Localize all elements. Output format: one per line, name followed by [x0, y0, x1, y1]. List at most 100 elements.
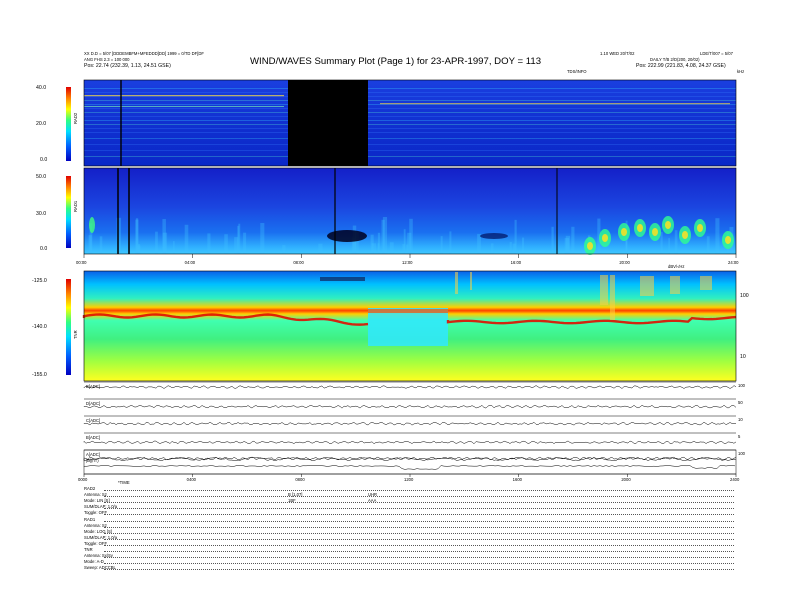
tnr-bright-region: [368, 308, 448, 346]
rad1-burst: [234, 237, 239, 254]
rad1-burst: [173, 241, 175, 254]
rad1-bright-core: [602, 234, 608, 242]
line-right-tick: 50: [738, 400, 743, 405]
rad1-burst: [155, 231, 158, 254]
rad1-bright-core: [682, 231, 688, 239]
rad2-streak: [84, 88, 736, 89]
tnr-edge-band: [368, 309, 448, 313]
rad1-bright-core: [637, 224, 643, 232]
footer-dotted-rule: [104, 533, 734, 534]
rad2-spectrogram: [84, 80, 736, 166]
mid-axis-label: 24:00: [728, 260, 739, 265]
rad1-bright-core: [665, 221, 671, 229]
rad1-burst: [260, 223, 265, 254]
footer-mid-a: B [1.07]: [288, 492, 303, 497]
footer-dotted-rule: [104, 508, 734, 509]
line-series-label: B[ADC]: [86, 384, 100, 389]
line-series-label: A[ADC]: [86, 452, 100, 457]
rad1-dark-patch: [327, 230, 367, 242]
mid-axis-label: 20:00: [619, 260, 630, 265]
footer-tnr-line: Mode: A-D: [84, 559, 104, 564]
footer-dotted-rule: [104, 502, 734, 503]
rad1-burst: [514, 219, 517, 254]
b-panel-frame: [83, 449, 737, 475]
footer-dotted-rule: [104, 545, 734, 546]
bottom-axis-label: 0800: [295, 477, 305, 482]
rad2-streak-yellow: [380, 103, 730, 105]
footer-rad1-line: RAD1: [84, 517, 96, 522]
line-right-tick: 100: [738, 451, 746, 456]
rad1-burst: [522, 237, 525, 254]
rad2-streak: [84, 138, 736, 139]
line-series-label: D[ADC]: [86, 401, 100, 406]
rad1-burst: [715, 218, 720, 254]
b-series-label: |B|(nT): [86, 458, 99, 463]
rad1-burst: [660, 231, 663, 254]
footer-mid-b: 1BF: [288, 498, 296, 503]
rad2-tick-top: 40.0: [36, 85, 46, 91]
line-right-tick: 5: [738, 434, 741, 439]
rad1-burst: [440, 236, 443, 254]
b-magnitude-trace: [83, 465, 736, 470]
rad1-burst: [138, 243, 141, 254]
rad1-burst: [571, 226, 575, 254]
rad1-burst: [565, 235, 571, 254]
rad2-streak: [84, 112, 736, 113]
time-axis-bottom: 0000 0400 0800 1200 1600 2000 2400: [78, 473, 740, 482]
rad1-burst: [377, 232, 381, 254]
rad1-burst: [318, 243, 323, 254]
rad1-burst: [162, 219, 166, 254]
rad2-streak: [84, 120, 736, 121]
rad1-burst: [389, 242, 394, 254]
line-series-label: C[ADC]: [86, 418, 100, 423]
tnr-dark-band: [320, 277, 365, 281]
rad2-streak: [84, 150, 736, 151]
rad2-streak-green: [84, 106, 284, 107]
rad1-bright-blob: [89, 217, 95, 233]
rad2-tick-bottom: 0.0: [40, 157, 47, 163]
line-right-tick: 10: [738, 417, 743, 422]
footer-dotted-rule: [104, 539, 734, 540]
rad2-streak: [84, 128, 736, 129]
tnr-ylabel: TNR: [73, 330, 78, 339]
rad2-ylabel: RAD2: [73, 112, 78, 124]
rad2-streak: [84, 116, 736, 117]
line-right-tick: 100: [738, 383, 746, 388]
rad2-tick-mid: 20.0: [36, 121, 46, 127]
rad1-tick-mid: 30.0: [36, 211, 46, 217]
tnr-tick-top: -125.0: [32, 278, 47, 284]
tnr-burst: [670, 276, 680, 294]
mid-axis-label: 16:00: [511, 260, 522, 265]
rad1-burst: [668, 238, 670, 254]
rad1-burst: [184, 224, 189, 254]
tnr-right-tick-100: 100: [740, 293, 749, 299]
rad1-bright-core: [621, 228, 627, 236]
tnr-burst: [640, 276, 654, 296]
rad2-streak: [84, 108, 736, 109]
rad1-dark-streak: [480, 233, 508, 239]
line-series: [83, 456, 737, 461]
rad1-burst: [449, 231, 452, 254]
tnr-right-tick-10: 10: [740, 354, 746, 360]
footer-dotted-rule: [104, 557, 734, 558]
rad1-bright-core: [587, 242, 593, 250]
tnr-burst: [455, 272, 458, 294]
line-series: [83, 440, 737, 445]
line-series: [83, 421, 737, 426]
footer-dotted-rule: [104, 563, 734, 564]
mid-axis-label: 00:00: [76, 260, 87, 265]
rad2-streak: [84, 144, 736, 145]
footer-rad2-line: RAD2: [84, 486, 96, 491]
rad1-bright-core: [697, 224, 703, 232]
bottom-axis-label: 1600: [513, 477, 523, 482]
line-series: [83, 385, 737, 389]
line-series-label: B[ADC]: [86, 435, 100, 440]
rad1-burst: [370, 234, 374, 254]
rad2-colorbar: [66, 87, 71, 161]
line-series: [83, 404, 737, 409]
footer-dotted-rule: [104, 490, 734, 491]
time-axis-mid: 00:00 04:00 08:00 12:00 16:00 20:00 24:00: [76, 254, 739, 265]
rad1-bright-core: [652, 228, 658, 236]
bottom-axis-label: 1200: [404, 477, 414, 482]
rad2-streak: [84, 100, 736, 101]
